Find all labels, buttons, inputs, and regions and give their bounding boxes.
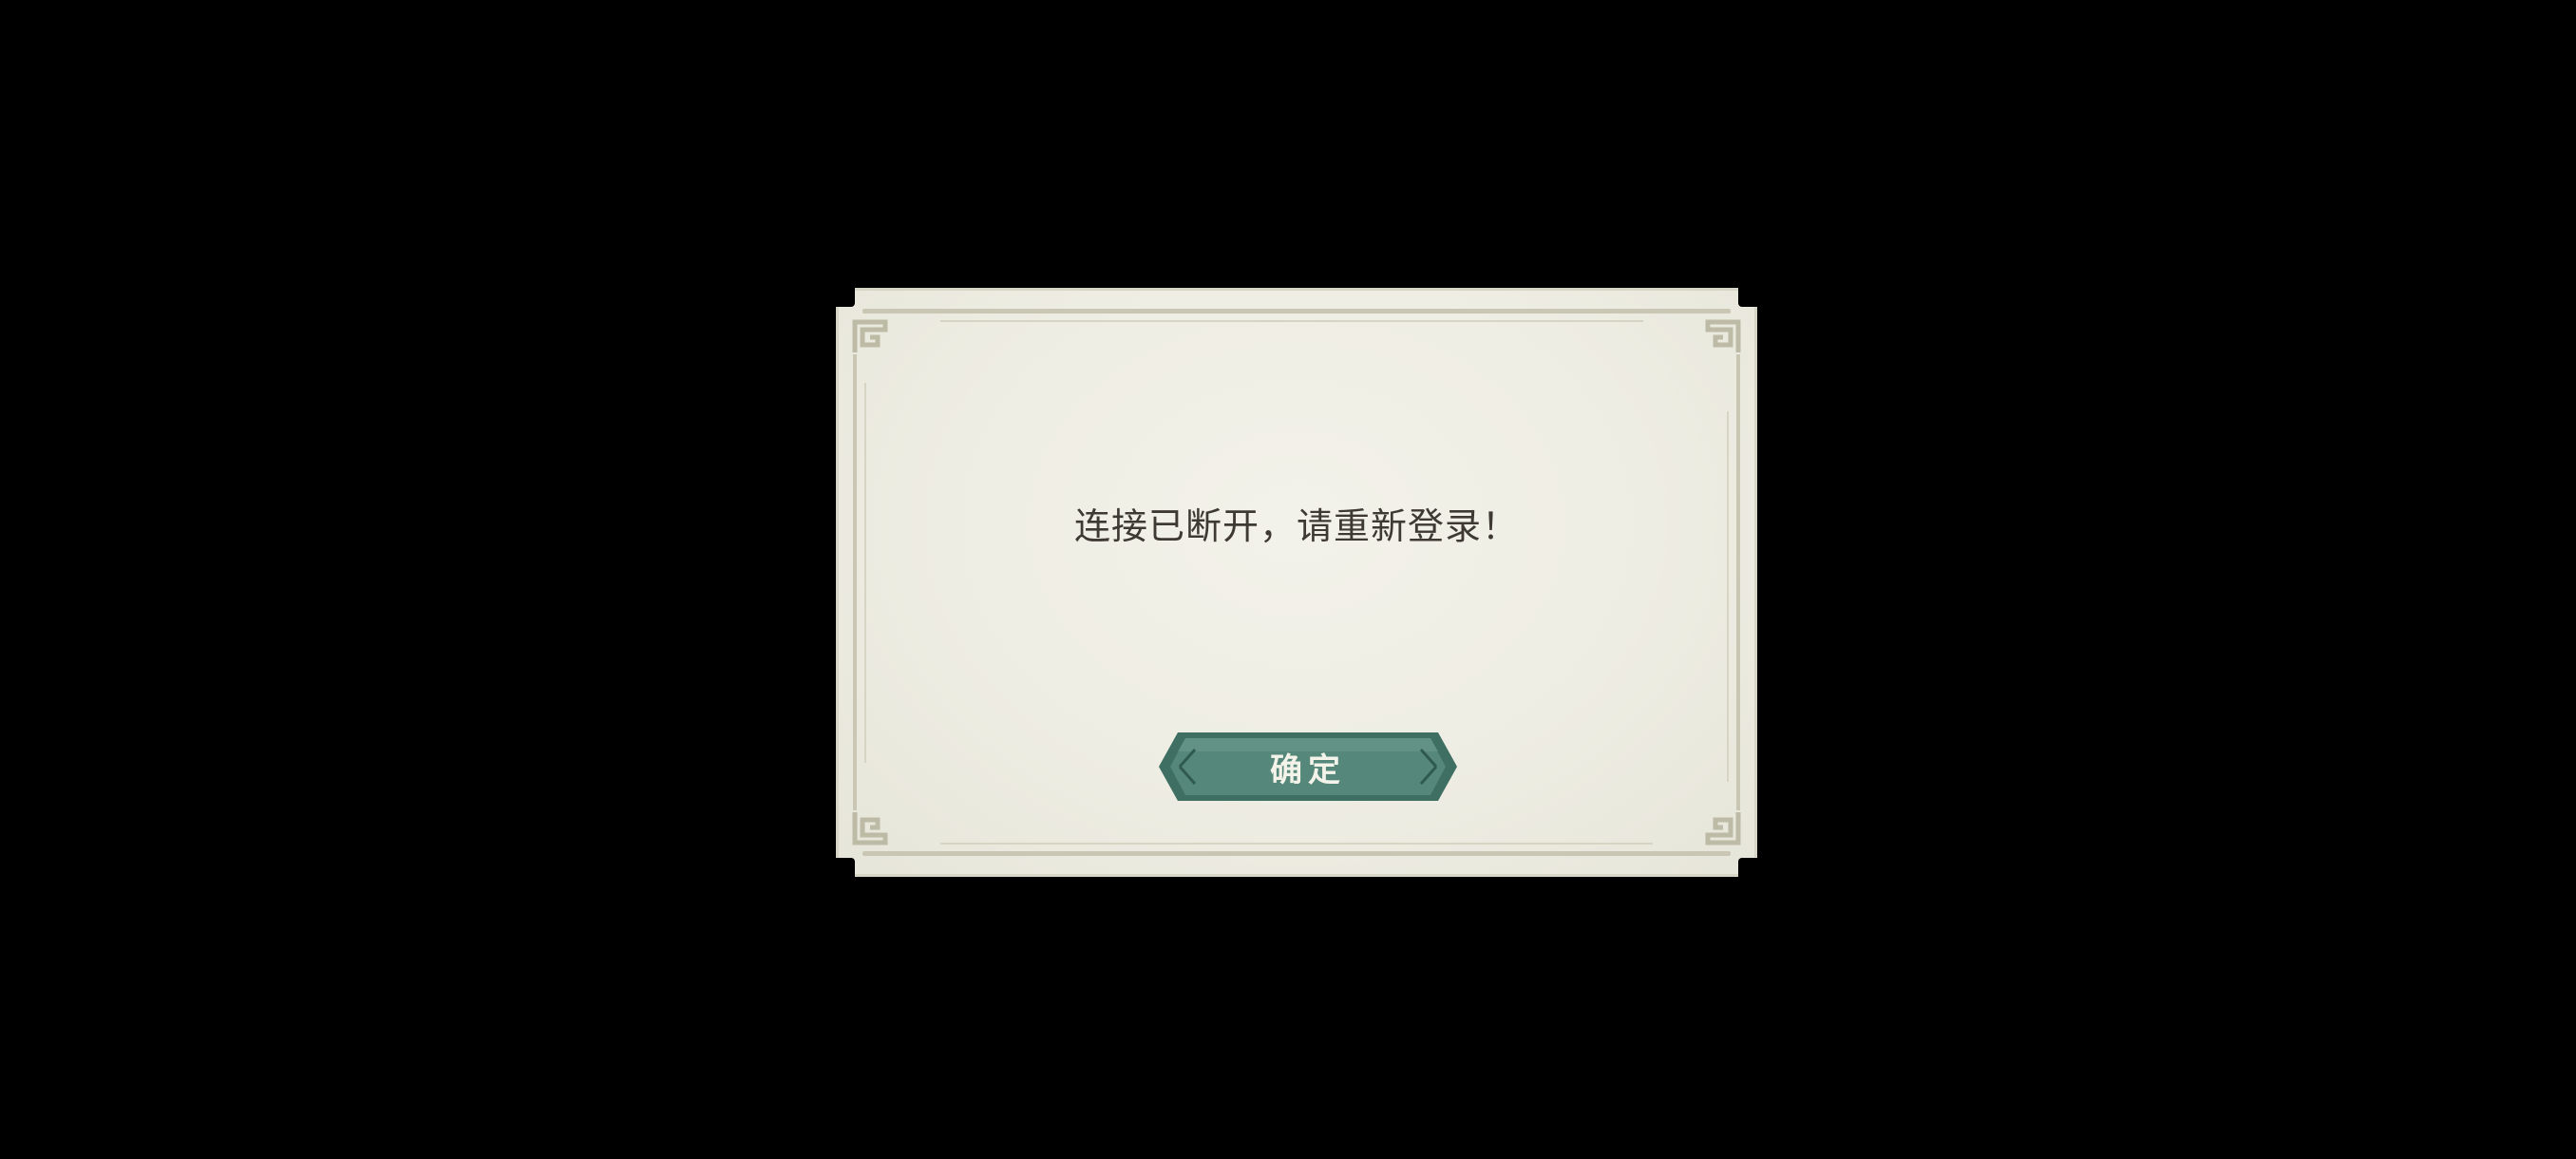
frame-border-right-inner bbox=[1727, 411, 1729, 782]
dialog-message: 连接已断开，请重新登录！ bbox=[1073, 505, 1519, 547]
frame-border-left bbox=[853, 354, 857, 810]
confirm-button-label: 确定 bbox=[1270, 750, 1346, 789]
fret-corner-ornament-icon bbox=[852, 812, 888, 846]
frame-border-bottom bbox=[862, 851, 1731, 856]
frame-border-top bbox=[862, 309, 1731, 314]
dialog-notch bbox=[834, 286, 855, 307]
dialog-notch bbox=[1738, 286, 1759, 307]
fret-corner-ornament-icon bbox=[1705, 812, 1741, 846]
dialog-notch bbox=[834, 858, 855, 879]
disconnect-dialog: 连接已断开，请重新登录！ 确定 bbox=[834, 286, 1759, 879]
fret-corner-ornament-icon bbox=[1705, 319, 1741, 352]
dialog-notch bbox=[1738, 858, 1759, 879]
frame-border-right bbox=[1736, 354, 1740, 810]
game-screen: 连接已断开，请重新登录！ 确定 bbox=[0, 0, 2576, 1159]
confirm-button[interactable]: 确定 bbox=[1157, 727, 1459, 807]
frame-border-left-inner bbox=[864, 383, 866, 763]
frame-border-top-inner bbox=[940, 320, 1643, 322]
frame-border-bottom-inner bbox=[940, 843, 1653, 845]
fret-corner-ornament-icon bbox=[852, 319, 888, 352]
